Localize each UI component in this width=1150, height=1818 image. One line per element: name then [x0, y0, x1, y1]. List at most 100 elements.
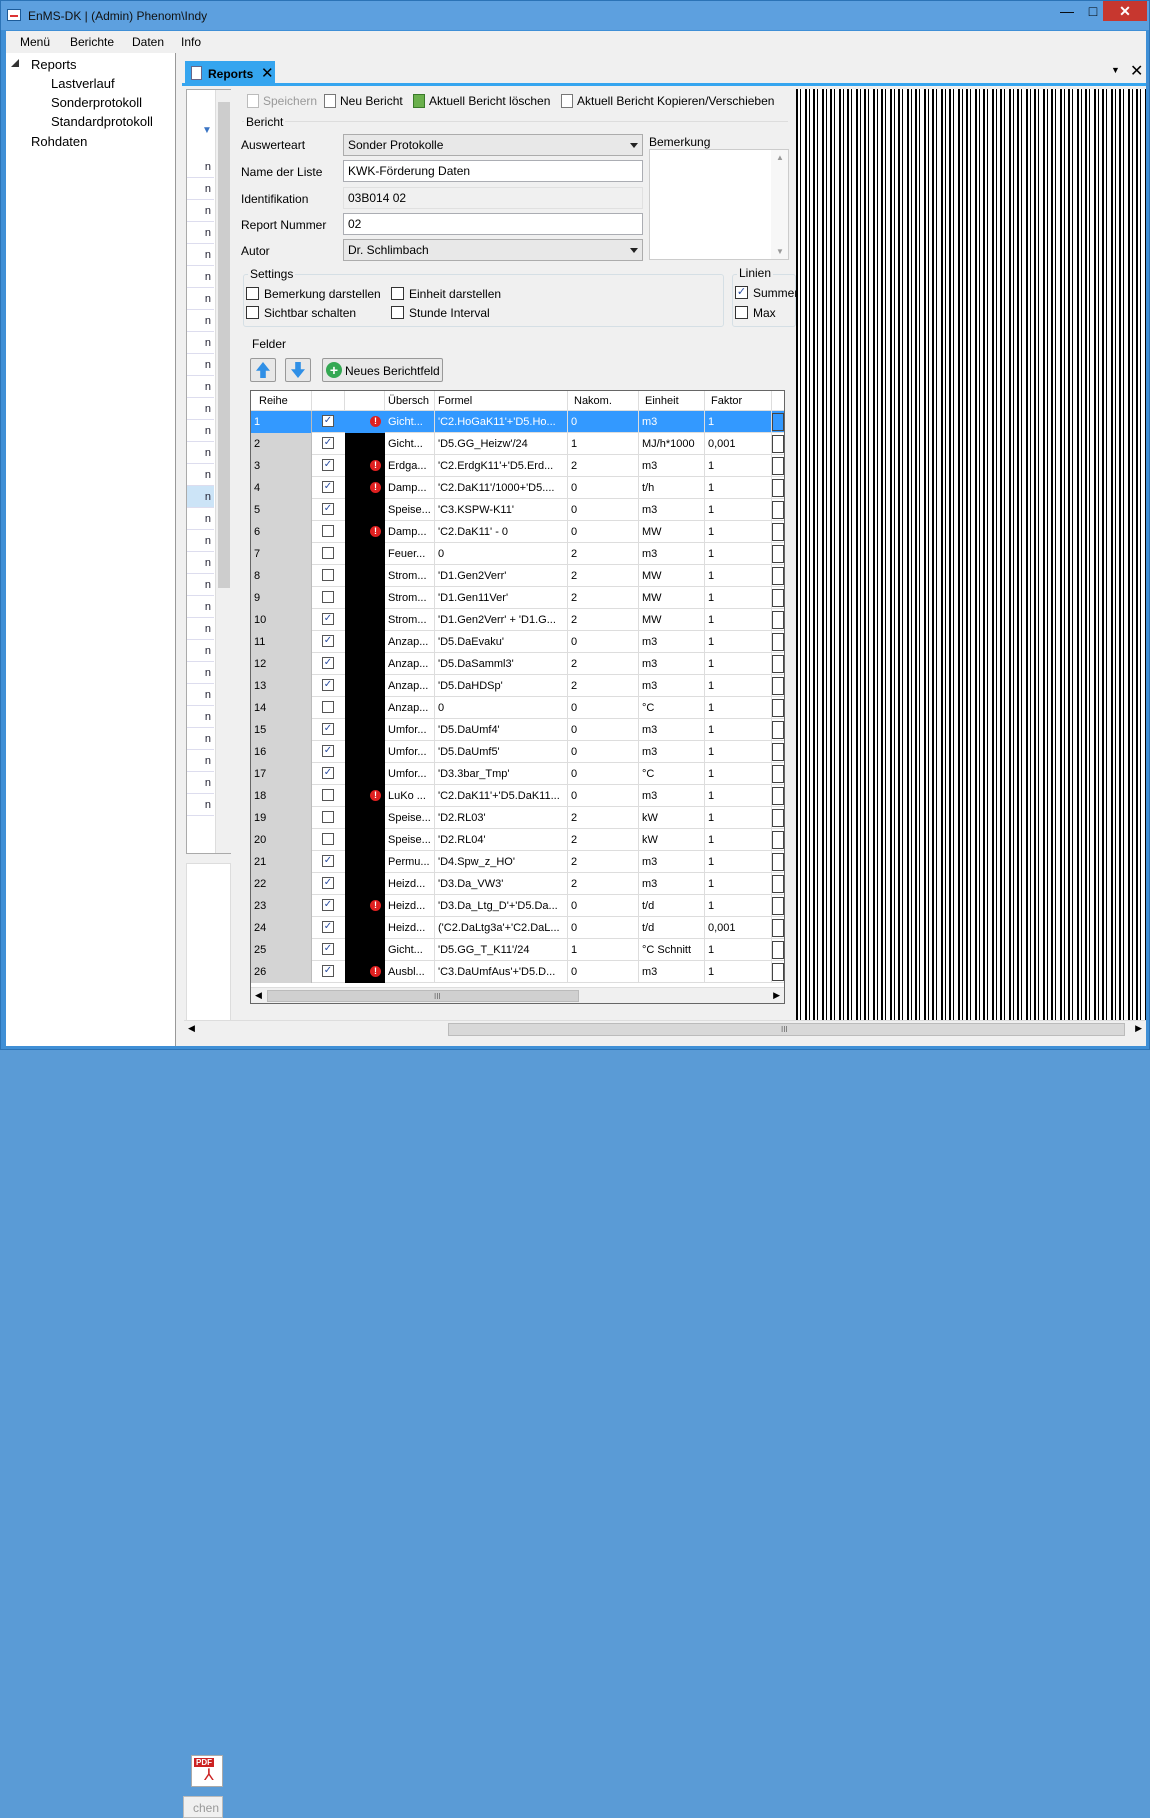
cell-einheit[interactable]: m3 — [639, 851, 705, 873]
row-header[interactable]: 10 — [251, 609, 312, 631]
cell-ueberschrift[interactable]: Speise... — [385, 807, 435, 829]
report-list-row[interactable]: n — [187, 244, 214, 266]
row-header[interactable]: 12 — [251, 653, 312, 675]
grid-row[interactable]: 22 ✓ Heizd... 'D3.Da_VW3' 2 m3 1 — [251, 873, 784, 895]
row-header[interactable]: 8 — [251, 565, 312, 587]
cell-ueberschrift[interactable]: Ausbl... — [385, 961, 435, 983]
report-list-row[interactable]: n — [187, 706, 214, 728]
report-list-row[interactable]: n — [187, 772, 214, 794]
cell-einheit[interactable]: MW — [639, 587, 705, 609]
grid-row[interactable]: 12 ✓ Anzap... 'D5.DaSamml3' 2 m3 1 — [251, 653, 784, 675]
grid-row[interactable]: 8 Strom... 'D1.Gen2Verr' 2 MW 1 — [251, 565, 784, 587]
tree-item-standardprotokoll[interactable]: Standardprotokoll — [51, 114, 153, 129]
row-active-checkbox[interactable]: ✓ — [322, 459, 334, 471]
cell-einheit[interactable]: m3 — [639, 543, 705, 565]
menu-item-daten[interactable]: Daten — [132, 35, 164, 49]
row-header[interactable]: 4 — [251, 477, 312, 499]
row-header[interactable]: 14 — [251, 697, 312, 719]
cell-formel[interactable]: 'C2.DaK11' - 0 — [435, 521, 568, 543]
summen-checkbox[interactable]: ✓ — [735, 286, 748, 299]
cell-extra[interactable] — [772, 567, 784, 585]
stunde-interval-checkbox[interactable] — [391, 306, 404, 319]
report-list-row[interactable]: n — [187, 640, 214, 662]
close-window-button[interactable]: ✕ — [1103, 1, 1147, 21]
grid-row[interactable]: 2 ✓ Gicht... 'D5.GG_Heizw'/24 1 MJ/h*1000 0,00… — [251, 433, 784, 455]
cell-einheit[interactable]: MW — [639, 609, 705, 631]
cell-formel[interactable]: 'D3.3bar_Tmp' — [435, 763, 568, 785]
report-list-scrollbar[interactable] — [215, 90, 231, 853]
report-list-row[interactable]: n — [187, 574, 214, 596]
cell-formel[interactable]: 'D5.DaHDSp' — [435, 675, 568, 697]
cell-nakom[interactable]: 0 — [568, 719, 639, 741]
report-list-row[interactable]: n — [187, 310, 214, 332]
grid-row[interactable]: 1 ✓! Gicht... 'C2.HoGaK11'+'D5.Ho... 0 m3 1 — [251, 411, 784, 433]
cell-formel[interactable]: 'D4.Spw_z_HO' — [435, 851, 568, 873]
report-list-row[interactable]: n — [187, 552, 214, 574]
cell-einheit[interactable]: m3 — [639, 411, 705, 433]
report-list-row[interactable]: n — [187, 376, 214, 398]
cell-faktor[interactable]: 1 — [705, 763, 772, 785]
cell-nakom[interactable]: 0 — [568, 631, 639, 653]
cell-faktor[interactable]: 1 — [705, 411, 772, 433]
cell-einheit[interactable]: °C — [639, 697, 705, 719]
cell-ueberschrift[interactable]: Feuer... — [385, 543, 435, 565]
row-active-checkbox[interactable]: ✓ — [322, 657, 334, 669]
row-header[interactable]: 7 — [251, 543, 312, 565]
report-list-row[interactable]: n — [187, 178, 214, 200]
grid-row[interactable]: 20 Speise... 'D2.RL04' 2 kW 1 — [251, 829, 784, 851]
scroll-right-icon[interactable]: ▶ — [773, 990, 780, 1001]
cell-faktor[interactable]: 1 — [705, 785, 772, 807]
col-formel[interactable]: Formel — [435, 391, 568, 411]
cell-nakom[interactable]: 2 — [568, 873, 639, 895]
cell-einheit[interactable]: MJ/h*1000 — [639, 433, 705, 455]
row-active-checkbox[interactable] — [322, 591, 334, 603]
cell-ueberschrift[interactable]: Damp... — [385, 477, 435, 499]
cell-einheit[interactable]: t/h — [639, 477, 705, 499]
grid-row[interactable]: 7 Feuer... 0 2 m3 1 — [251, 543, 784, 565]
cell-formel[interactable]: 0 — [435, 543, 568, 565]
report-list-row[interactable]: n — [187, 728, 214, 750]
cell-extra[interactable] — [772, 853, 784, 871]
cell-einheit[interactable]: m3 — [639, 499, 705, 521]
grid-row[interactable]: 19 Speise... 'D2.RL03' 2 kW 1 — [251, 807, 784, 829]
cell-nakom[interactable]: 0 — [568, 741, 639, 763]
cell-nakom[interactable]: 2 — [568, 565, 639, 587]
cell-faktor[interactable]: 0,001 — [705, 433, 772, 455]
row-active-checkbox[interactable]: ✓ — [322, 767, 334, 779]
tree-expander-icon[interactable] — [11, 59, 19, 67]
cell-formel[interactable]: 'C2.DaK11'+'D5.DaK11... — [435, 785, 568, 807]
cell-nakom[interactable]: 0 — [568, 521, 639, 543]
row-active-checkbox[interactable]: ✓ — [322, 415, 334, 427]
report-list-row[interactable]: n — [187, 794, 214, 816]
search-button[interactable]: chen — [183, 1796, 223, 1818]
cell-formel[interactable]: 0 — [435, 697, 568, 719]
grid-row[interactable]: 16 ✓ Umfor... 'D5.DaUmf5' 0 m3 1 — [251, 741, 784, 763]
report-list-row[interactable]: n — [187, 332, 214, 354]
row-active-checkbox[interactable] — [322, 547, 334, 559]
row-active-checkbox[interactable] — [322, 569, 334, 581]
menu-item-menue[interactable]: Menü — [20, 35, 50, 49]
row-header[interactable]: 19 — [251, 807, 312, 829]
scroll-thumb[interactable] — [218, 102, 230, 588]
cell-extra[interactable] — [772, 677, 784, 695]
report-list-row[interactable]: n — [187, 398, 214, 420]
new-field-button[interactable]: + Neues Berichtfeld — [322, 358, 443, 382]
tree-item-sonderprotokoll[interactable]: Sonderprotokoll — [51, 95, 142, 110]
report-list-row[interactable]: n — [187, 222, 214, 244]
cell-ueberschrift[interactable]: LuKo ... — [385, 785, 435, 807]
cell-einheit[interactable]: m3 — [639, 873, 705, 895]
row-active-checkbox[interactable]: ✓ — [322, 723, 334, 735]
cell-ueberschrift[interactable]: Permu... — [385, 851, 435, 873]
grid-row[interactable]: 9 Strom... 'D1.Gen11Ver' 2 MW 1 — [251, 587, 784, 609]
cell-extra[interactable] — [772, 743, 784, 761]
cell-nakom[interactable]: 1 — [568, 939, 639, 961]
cell-einheit[interactable]: °C — [639, 763, 705, 785]
cell-faktor[interactable]: 1 — [705, 631, 772, 653]
cell-extra[interactable] — [772, 721, 784, 739]
cell-nakom[interactable]: 2 — [568, 653, 639, 675]
cell-ueberschrift[interactable]: Speise... — [385, 499, 435, 521]
row-header[interactable]: 3 — [251, 455, 312, 477]
row-active-checkbox[interactable] — [322, 811, 334, 823]
cell-faktor[interactable]: 1 — [705, 521, 772, 543]
max-checkbox[interactable] — [735, 306, 748, 319]
